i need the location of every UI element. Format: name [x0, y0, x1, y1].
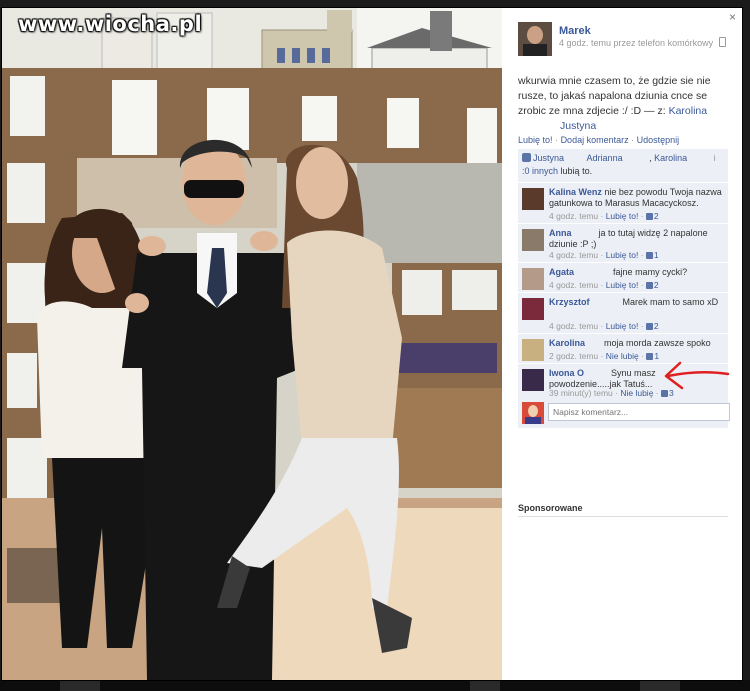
comment-text: Karolina moja morda zawsze spoko: [549, 338, 725, 349]
thumbs-up-icon: [522, 153, 531, 162]
photo[interactable]: www.wiocha.pl: [2, 8, 502, 680]
comment-text: Kalina Wenz nie bez powodu Twoja nazwa g…: [549, 187, 725, 209]
comment-like-link[interactable]: Nie lubię: [620, 388, 653, 398]
likes-names: Justyna Adrianna , Karolina i: [522, 153, 716, 163]
comment-meta: 4 godz. temu · Lubię to! · 1: [549, 250, 659, 260]
post-text: wkurwia mnie czasem to, że gdzie sie nie…: [518, 74, 730, 134]
comment-meta: 4 godz. temu · Lubię to! · 2: [549, 321, 659, 331]
comment-like-count[interactable]: 2: [645, 321, 659, 331]
author-avatar[interactable]: [518, 22, 552, 56]
comment-like-link[interactable]: Lubię to!: [606, 280, 639, 290]
comment-text: Agata fajne mamy cycki?: [549, 267, 725, 278]
comment-message: moja morda zawsze spoko: [604, 338, 711, 348]
comment-meta: 4 godz. temu · Lubię to! · 2: [549, 280, 659, 290]
thumbs-up-icon: [646, 353, 654, 360]
comment-like-link[interactable]: Lubię to!: [606, 321, 639, 331]
commenter-name[interactable]: Karolina: [549, 338, 585, 348]
comment-time[interactable]: 4 godz. temu: [549, 211, 598, 221]
comment-text: Krzysztof Marek mam to samo xD: [549, 297, 725, 308]
photo-lightbox: www.wiocha.pl × Marek 4 godz. temu przez…: [2, 8, 742, 680]
comment-link[interactable]: Dodaj komentarz: [561, 135, 629, 145]
comment-message: fajne mamy cycki?: [613, 267, 688, 277]
likes-suffix: lubią to.: [560, 166, 593, 176]
background-strip: [0, 680, 750, 691]
post-meta: 4 godz. temu przez telefon komórkowy: [559, 37, 726, 48]
comment-item: Agata fajne mamy cycki? 4 godz. temu · L…: [518, 263, 728, 293]
comment-like-link[interactable]: Nie lubię: [606, 351, 639, 361]
commenter-avatar[interactable]: [522, 268, 544, 290]
comment-time[interactable]: 4 godz. temu: [549, 250, 598, 260]
liker-link[interactable]: Karolina: [654, 153, 687, 163]
sponsored-heading: Sponsorowane: [518, 503, 583, 513]
commenter-avatar[interactable]: [522, 339, 544, 361]
comment-text: Anna ja to tutaj widzę 2 napalone dziuni…: [549, 228, 725, 250]
tag-link-2[interactable]: Justyna: [560, 120, 596, 132]
commenter-name[interactable]: Iwona O: [549, 368, 584, 378]
liker-link[interactable]: Adrianna: [587, 153, 623, 163]
liker-link[interactable]: Justyna: [533, 153, 564, 163]
thumbs-up-icon: [645, 282, 653, 289]
action-separator: ·: [555, 135, 559, 145]
comment-item: Krzysztof Marek mam to samo xD 4 godz. t…: [518, 293, 728, 334]
author-avatar-image: [518, 22, 552, 56]
comment-like-link[interactable]: Lubię to!: [606, 250, 639, 260]
comment-meta: 4 godz. temu · Lubię to! · 2: [549, 211, 659, 221]
close-icon[interactable]: ×: [729, 10, 736, 24]
comment-meta: 2 godz. temu · Nie lubię · 1: [549, 351, 660, 361]
like-link[interactable]: Lubię to!: [518, 135, 553, 145]
comment-time[interactable]: 4 godz. temu: [549, 280, 598, 290]
commenter-name[interactable]: Krzysztof: [549, 297, 590, 307]
mobile-icon: [718, 37, 726, 47]
commenter-avatar[interactable]: [522, 369, 544, 391]
comment-meta: 39 minut(y) temu · Nie lubię · 3: [549, 388, 674, 398]
comment-message: ja to tutaj widzę 2 napalone dziunie :P …: [549, 228, 708, 249]
comment-input[interactable]: [548, 403, 730, 421]
thumbs-up-icon: [645, 213, 653, 220]
thumbs-up-icon: [645, 323, 653, 330]
post-panel: × Marek 4 godz. temu przez telefon komór…: [502, 8, 742, 680]
post-time[interactable]: 4 godz. temu przez telefon komórkowy: [559, 38, 713, 48]
current-user-avatar-image: [522, 402, 544, 424]
write-comment-row: [518, 398, 730, 428]
comment-time[interactable]: 4 godz. temu: [549, 321, 598, 331]
post-actions: Lubię to! · Dodaj komentarz · Udostępnij: [518, 135, 679, 145]
comment-time[interactable]: 2 godz. temu: [549, 351, 598, 361]
red-arrow-annotation: [664, 361, 730, 390]
likes-others: :0 innych lubią to.: [522, 166, 592, 176]
photo-image: [2, 8, 502, 680]
share-link[interactable]: Udostępnij: [637, 135, 680, 145]
divider: [518, 516, 728, 517]
commenter-name[interactable]: Kalina Wenz: [549, 187, 602, 197]
thumbs-up-icon: [645, 252, 653, 259]
comment-like-count[interactable]: 2: [645, 280, 659, 290]
comment-like-count[interactable]: 2: [645, 211, 659, 221]
commenter-avatar[interactable]: [522, 229, 544, 251]
commenter-name[interactable]: Anna: [549, 228, 572, 238]
tag-link-1[interactable]: Karolina: [669, 105, 708, 117]
commenter-avatar[interactable]: [522, 188, 544, 210]
comment-item: Kalina Wenz nie bez powodu Twoja nazwa g…: [518, 183, 728, 224]
comment-item: Anna ja to tutaj widzę 2 napalone dziuni…: [518, 224, 728, 263]
commenter-avatar[interactable]: [522, 298, 544, 320]
others-link[interactable]: :0 innych: [522, 166, 558, 176]
comment-like-link[interactable]: Lubię to!: [606, 211, 639, 221]
current-user-avatar: [522, 402, 544, 424]
comment-time[interactable]: 39 minut(y) temu: [549, 388, 613, 398]
action-separator: ·: [631, 135, 635, 145]
likes-summary: Justyna Adrianna , Karolina i :0 innych …: [518, 149, 728, 183]
watermark: www.wiocha.pl: [18, 12, 203, 36]
comment-like-count[interactable]: 1: [645, 250, 659, 260]
author-name[interactable]: Marek: [559, 25, 591, 37]
comment-message: Marek mam to samo xD: [622, 297, 719, 307]
commenter-name[interactable]: Agata: [549, 267, 574, 277]
